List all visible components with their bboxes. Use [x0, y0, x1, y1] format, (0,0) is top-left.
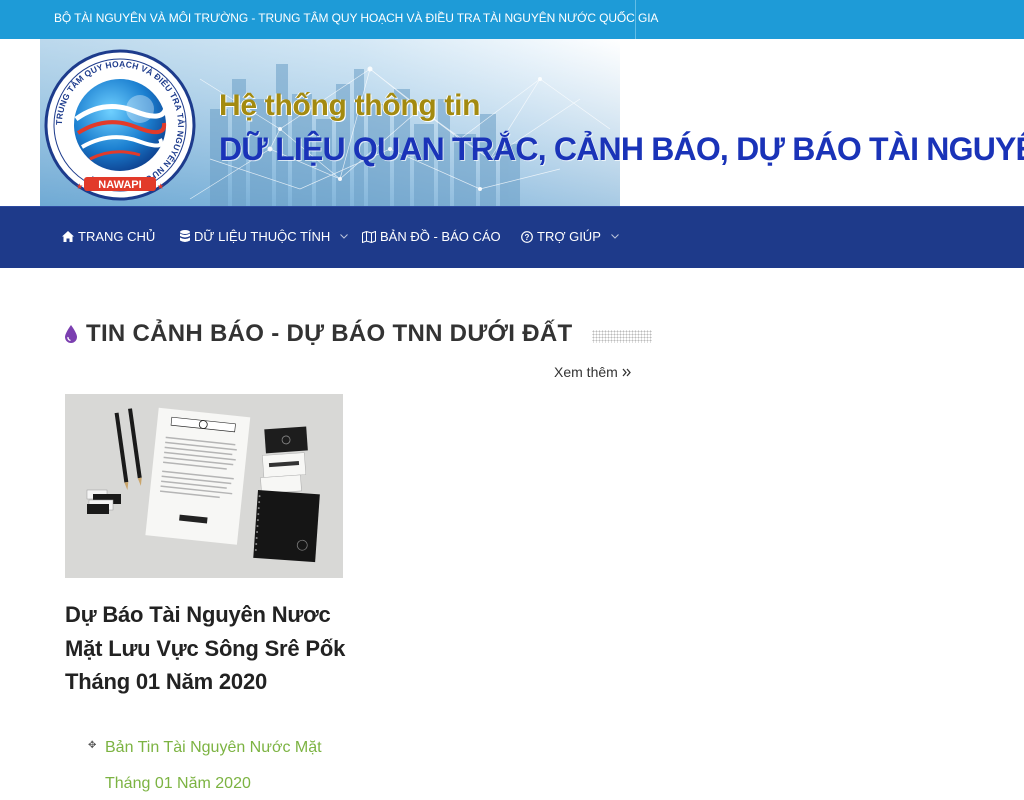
- banner-title: DỮ LIỆU QUAN TRẮC, CẢNH BÁO, DỰ BÁO TÀI …: [219, 131, 1024, 167]
- nawapi-logo: TRUNG TÂM QUY HOẠCH VÀ ĐIỀU TRA TÀI NGUY…: [44, 49, 196, 201]
- stationery-mockup-image: [65, 394, 343, 578]
- home-icon: [62, 231, 74, 242]
- section-title-divider: [592, 330, 652, 343]
- nav-item-label: DỮ LIỆU THUỘC TÍNH: [194, 229, 331, 244]
- section-title: TIN CẢNH BÁO - DỰ BÁO TNN DƯỚI ĐẤT: [86, 320, 573, 347]
- article-thumbnail[interactable]: [65, 394, 343, 578]
- nav-item-help[interactable]: ? TRỢ GIÚP: [521, 229, 619, 244]
- see-more-link[interactable]: Xem thêm: [554, 364, 631, 380]
- article-title-link[interactable]: Dự Báo Tài Nguyên Nươc Mặt Lưu Vực Sông …: [65, 598, 350, 699]
- svg-text:?: ?: [525, 233, 530, 242]
- nav-item-home[interactable]: TRANG CHỦ: [62, 229, 155, 244]
- nav-item-label: TRANG CHỦ: [78, 229, 156, 244]
- nav-item-maps-reports[interactable]: BẢN ĐỒ - BÁO CÁO: [362, 229, 501, 244]
- map-icon: [362, 230, 376, 243]
- main-nav: TRANG CHỦ DỮ LIỆU THUỘC TÍNH BẢN ĐỒ - BÁ…: [0, 206, 1024, 268]
- banner-subtitle: Hệ thống thông tin: [219, 89, 481, 122]
- topbar-divider: [635, 0, 636, 39]
- nav-item-label: BẢN ĐỒ - BÁO CÁO: [380, 229, 501, 244]
- ministry-title: BỘ TÀI NGUYÊN VÀ MÔI TRƯỜNG - TRUNG TÂM …: [54, 11, 659, 25]
- related-article-link[interactable]: Bản Tin Tài Nguyên Nước Mặt Tháng 01 Năm…: [105, 730, 345, 800]
- diamond-bullet-icon: ✥: [88, 740, 97, 751]
- svg-text:★: ★: [76, 182, 83, 191]
- logo-label: NAWAPI: [98, 179, 141, 191]
- top-bar: BỘ TÀI NGUYÊN VÀ MÔI TRƯỜNG - TRUNG TÂM …: [0, 0, 1024, 39]
- section-header: TIN CẢNH BÁO - DỰ BÁO TNN DƯỚI ĐẤT: [64, 320, 572, 348]
- nav-item-attribute-data[interactable]: DỮ LIỆU THUỘC TÍNH: [180, 229, 349, 244]
- chevron-down-icon: [340, 234, 349, 239]
- svg-text:★: ★: [157, 182, 164, 191]
- water-drop-icon: [65, 325, 77, 343]
- chevron-down-icon: [611, 234, 619, 239]
- database-icon: [180, 230, 190, 242]
- site-banner: TRUNG TÂM QUY HOẠCH VÀ ĐIỀU TRA TÀI NGUY…: [0, 39, 1024, 206]
- help-icon: ?: [521, 230, 533, 243]
- see-more-label: Xem thêm: [554, 364, 618, 380]
- double-chevron-right-icon: [622, 368, 631, 376]
- nav-item-label: TRỢ GIÚP: [537, 229, 601, 244]
